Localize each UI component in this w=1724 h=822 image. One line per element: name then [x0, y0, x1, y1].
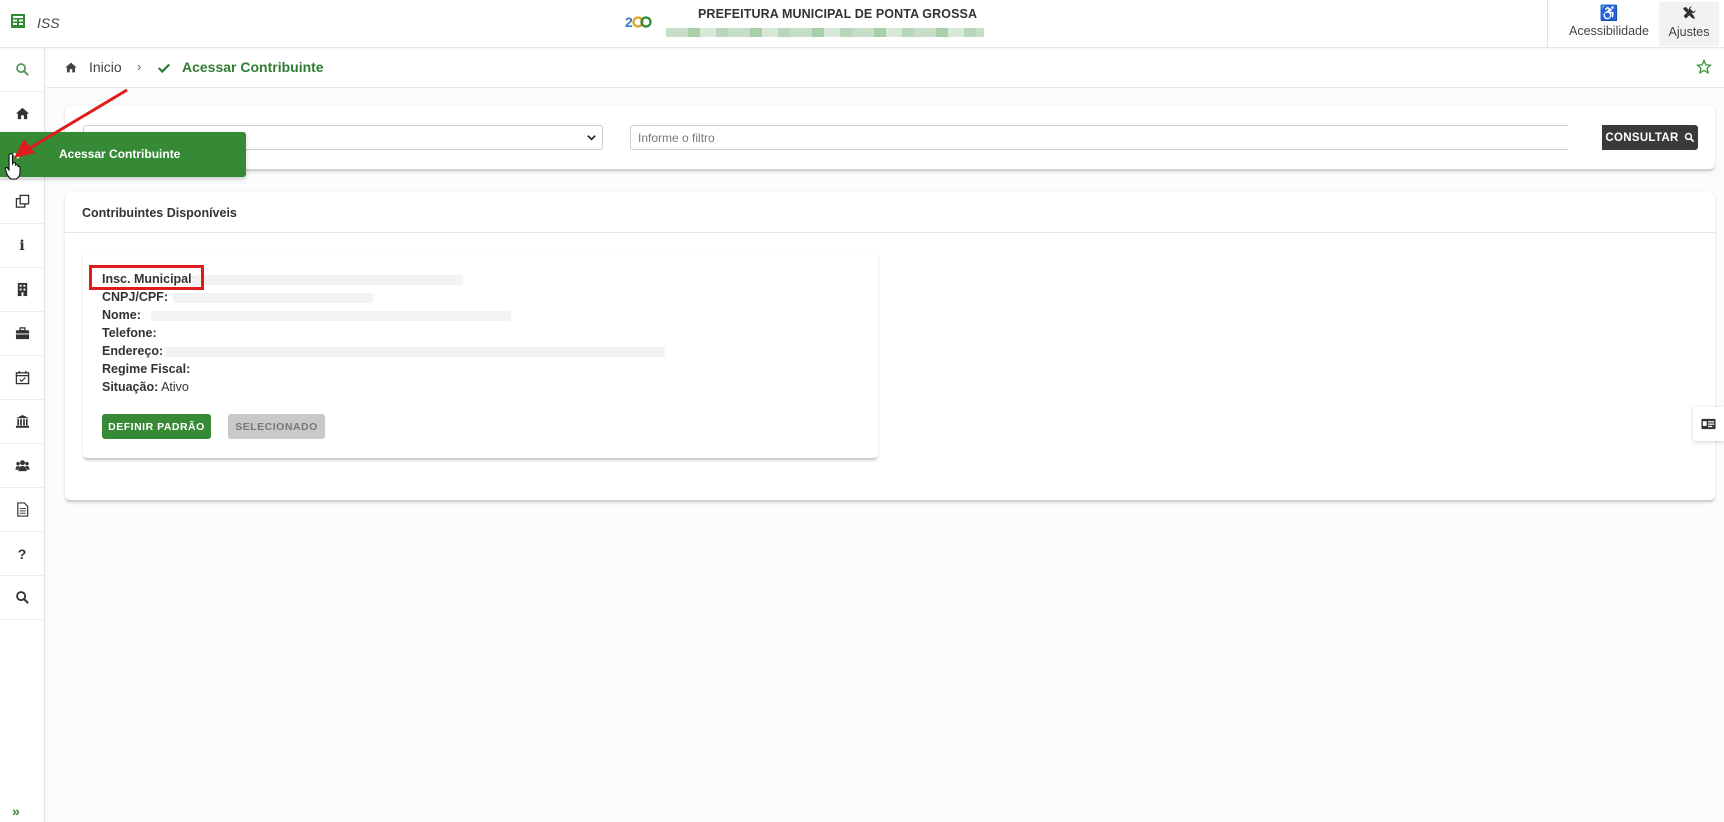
clone-icon	[15, 194, 29, 208]
top-header: ISS 2 PREFEITURA MUNICIPAL DE PONTA GROS…	[0, 0, 1724, 48]
breadcrumb-current-page: Acessar Contribuinte	[182, 59, 324, 75]
sidebar-users-button[interactable]	[0, 444, 44, 488]
sidebar-info-button[interactable]: i	[0, 224, 44, 268]
question-icon: ?	[17, 545, 27, 562]
cnpj-label: CNPJ/CPF:	[102, 290, 168, 304]
search-icon	[15, 63, 29, 76]
home-icon	[15, 107, 29, 120]
accessibility-label: Acessibilidade	[1569, 24, 1649, 38]
settings-label: Ajustes	[1668, 25, 1710, 39]
breadcrumb-home-link[interactable]: Inicio	[89, 59, 122, 75]
redacted-value	[151, 311, 511, 321]
redacted-subtitle	[666, 28, 984, 37]
cnpj-field: CNPJ/CPF:	[102, 290, 168, 304]
sidebar-document-button[interactable]	[0, 488, 44, 532]
redacted-value	[165, 347, 665, 357]
telefone-field: Telefone:	[102, 326, 157, 340]
info-icon: i	[19, 237, 25, 254]
redacted-value	[173, 293, 373, 303]
filter-input[interactable]	[630, 125, 1568, 150]
consultar-button[interactable]: CONSULTAR	[1602, 125, 1698, 150]
contribuintes-card: Contribuintes Disponíveis Insc. Municipa…	[65, 192, 1715, 502]
hand-cursor-icon	[4, 153, 21, 180]
sidebar-search-bottom-button[interactable]	[0, 576, 44, 620]
home-icon	[65, 62, 77, 73]
sidebar-briefcase-button[interactable]	[0, 312, 44, 356]
endereco-field: Endereço:	[102, 344, 163, 358]
tools-icon	[1659, 5, 1719, 25]
sidebar-search-button[interactable]	[0, 48, 44, 92]
selecionado-button[interactable]: SELECIONADO	[228, 414, 325, 439]
sidebar-help-button[interactable]: ?	[0, 532, 44, 576]
contribuintes-title: Contribuintes Disponíveis	[82, 206, 237, 220]
nome-field: Nome:	[102, 308, 141, 322]
expand-sidebar-icon[interactable]: »	[12, 803, 20, 819]
check-icon	[157, 63, 171, 74]
situacao-field: Situação: Ativo	[102, 380, 189, 394]
contribuintes-card-header: Contribuintes Disponíveis	[65, 192, 1715, 233]
users-icon	[14, 460, 30, 472]
settings-button[interactable]: Ajustes	[1659, 2, 1719, 46]
sidebar-calendar-button[interactable]	[0, 356, 44, 400]
sidebar-building-button[interactable]	[0, 268, 44, 312]
endereco-label: Endereço:	[102, 344, 164, 358]
sidebar-bank-button[interactable]	[0, 400, 44, 444]
file-text-icon	[16, 502, 28, 517]
breadcrumb-separator: ›	[137, 59, 142, 74]
redacted-value	[193, 275, 463, 285]
filter-card: CONSULTAR	[65, 106, 1715, 171]
star-favorite-icon[interactable]	[1696, 59, 1712, 75]
accessibility-button[interactable]: ♿ Acessibilidade	[1564, 4, 1654, 44]
bank-icon	[15, 414, 29, 428]
flyout-label: Acessar Contribuinte	[59, 147, 181, 161]
calendar-check-icon	[15, 370, 29, 385]
building-icon	[17, 282, 27, 297]
consultar-label: CONSULTAR	[1605, 131, 1679, 144]
search-icon	[1684, 132, 1694, 143]
municipality-title: PREFEITURA MUNICIPAL DE PONTA GROSSA	[698, 7, 978, 21]
search-icon	[15, 591, 29, 604]
regime-fiscal-field: Regime Fiscal:	[102, 362, 190, 376]
sidebar-home-button[interactable]	[0, 92, 44, 136]
svg-text:2: 2	[625, 14, 633, 30]
telefone-label: Telefone:	[102, 326, 157, 340]
briefcase-icon	[15, 327, 29, 340]
situacao-value: Ativo	[161, 380, 189, 394]
regime-fiscal-label: Regime Fiscal:	[102, 362, 191, 376]
sidebar-flyout-access-contribuinte[interactable]: Acessar Contribuinte	[0, 132, 246, 177]
wheelchair-icon: ♿	[1599, 5, 1619, 22]
definir-padrao-button[interactable]: DEFINIR PADRÃO	[102, 414, 211, 439]
spreadsheet-icon	[11, 14, 25, 28]
chevron-down-icon	[587, 135, 596, 141]
id-card-icon	[1701, 418, 1716, 430]
header-divider	[1547, 0, 1548, 47]
annotation-highlight-box	[89, 265, 204, 290]
app-name: ISS	[37, 15, 60, 31]
nome-label: Nome:	[102, 308, 141, 322]
side-panel-tab[interactable]	[1693, 407, 1724, 441]
city-200-years-logo: 2	[625, 14, 652, 30]
situacao-label: Situação:	[102, 380, 159, 394]
breadcrumb: Inicio › Acessar Contribuinte	[46, 48, 1724, 88]
sidebar-clone-button[interactable]	[0, 180, 44, 224]
